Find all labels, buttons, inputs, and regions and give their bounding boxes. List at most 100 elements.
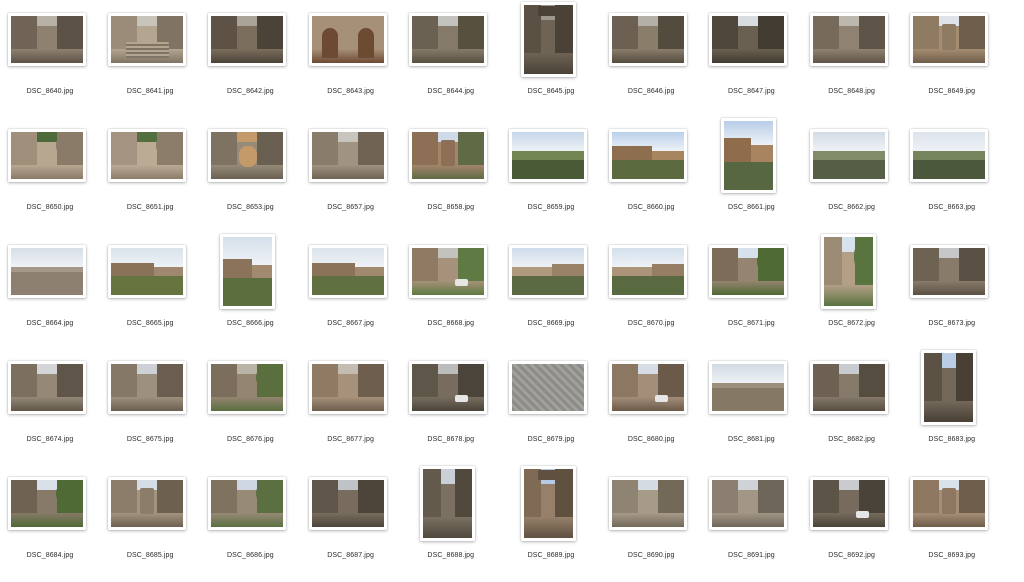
- image-thumbnail[interactable]: [609, 245, 688, 298]
- file-item[interactable]: DSC_8673.jpg: [902, 234, 1002, 350]
- file-item[interactable]: DSC_8680.jpg: [601, 350, 701, 466]
- image-thumbnail[interactable]: [609, 361, 688, 414]
- file-item[interactable]: DSC_8647.jpg: [701, 2, 801, 118]
- image-thumbnail[interactable]: [821, 234, 877, 309]
- file-item[interactable]: DSC_8642.jpg: [200, 2, 300, 118]
- file-item[interactable]: DSC_8653.jpg: [200, 118, 300, 234]
- image-thumbnail[interactable]: [709, 361, 788, 414]
- file-item[interactable]: DSC_8678.jpg: [401, 350, 501, 466]
- image-thumbnail[interactable]: [609, 129, 688, 182]
- image-thumbnail[interactable]: [520, 466, 576, 541]
- file-item[interactable]: DSC_8666.jpg: [200, 234, 300, 350]
- image-thumbnail[interactable]: [208, 477, 287, 530]
- file-item[interactable]: DSC_8683.jpg: [902, 350, 1002, 466]
- image-thumbnail[interactable]: [108, 245, 187, 298]
- file-item[interactable]: DSC_8691.jpg: [701, 466, 801, 582]
- file-item[interactable]: DSC_8671.jpg: [701, 234, 801, 350]
- file-item[interactable]: DSC_8663.jpg: [902, 118, 1002, 234]
- file-item[interactable]: DSC_8643.jpg: [301, 2, 401, 118]
- image-thumbnail[interactable]: [509, 129, 587, 182]
- image-thumbnail[interactable]: [709, 245, 788, 298]
- image-thumbnail[interactable]: [208, 129, 287, 182]
- file-item[interactable]: DSC_8646.jpg: [601, 2, 701, 118]
- file-item[interactable]: DSC_8682.jpg: [802, 350, 902, 466]
- file-item[interactable]: DSC_8660.jpg: [601, 118, 701, 234]
- image-thumbnail[interactable]: [609, 13, 688, 66]
- file-item[interactable]: DSC_8662.jpg: [802, 118, 902, 234]
- image-thumbnail[interactable]: [308, 245, 387, 298]
- file-item[interactable]: DSC_8664.jpg: [0, 234, 100, 350]
- image-thumbnail[interactable]: [8, 361, 86, 414]
- image-thumbnail[interactable]: [8, 245, 86, 298]
- image-thumbnail[interactable]: [809, 477, 888, 530]
- file-item[interactable]: DSC_8667.jpg: [301, 234, 401, 350]
- file-item[interactable]: DSC_8688.jpg: [401, 466, 501, 582]
- file-item[interactable]: DSC_8685.jpg: [100, 466, 200, 582]
- file-item[interactable]: DSC_8686.jpg: [200, 466, 300, 582]
- file-item[interactable]: DSC_8645.jpg: [501, 2, 601, 118]
- file-item[interactable]: DSC_8675.jpg: [100, 350, 200, 466]
- image-thumbnail[interactable]: [921, 350, 977, 425]
- file-item[interactable]: DSC_8676.jpg: [200, 350, 300, 466]
- file-item[interactable]: DSC_8669.jpg: [501, 234, 601, 350]
- image-thumbnail[interactable]: [219, 234, 275, 309]
- image-thumbnail[interactable]: [408, 13, 487, 66]
- file-item[interactable]: DSC_8690.jpg: [601, 466, 701, 582]
- file-item[interactable]: DSC_8668.jpg: [401, 234, 501, 350]
- image-thumbnail[interactable]: [909, 477, 988, 530]
- file-item[interactable]: DSC_8665.jpg: [100, 234, 200, 350]
- file-item[interactable]: DSC_8679.jpg: [501, 350, 601, 466]
- image-thumbnail[interactable]: [509, 245, 587, 298]
- file-item[interactable]: DSC_8684.jpg: [0, 466, 100, 582]
- image-thumbnail[interactable]: [609, 477, 688, 530]
- image-thumbnail[interactable]: [709, 13, 788, 66]
- image-thumbnail[interactable]: [408, 245, 487, 298]
- image-thumbnail[interactable]: [108, 129, 187, 182]
- image-thumbnail[interactable]: [809, 129, 888, 182]
- image-thumbnail[interactable]: [108, 13, 187, 66]
- image-thumbnail[interactable]: [809, 13, 888, 66]
- image-thumbnail[interactable]: [420, 466, 476, 541]
- file-item[interactable]: DSC_8650.jpg: [0, 118, 100, 234]
- file-item[interactable]: DSC_8661.jpg: [701, 118, 801, 234]
- file-item[interactable]: DSC_8672.jpg: [802, 234, 902, 350]
- image-thumbnail[interactable]: [308, 13, 387, 66]
- image-thumbnail[interactable]: [8, 13, 86, 66]
- image-thumbnail[interactable]: [408, 129, 487, 182]
- file-item[interactable]: DSC_8641.jpg: [100, 2, 200, 118]
- image-thumbnail[interactable]: [308, 477, 387, 530]
- image-thumbnail[interactable]: [520, 2, 576, 77]
- image-thumbnail[interactable]: [909, 245, 988, 298]
- image-thumbnail[interactable]: [909, 13, 988, 66]
- file-item[interactable]: DSC_8693.jpg: [902, 466, 1002, 582]
- file-item[interactable]: DSC_8644.jpg: [401, 2, 501, 118]
- file-item[interactable]: DSC_8640.jpg: [0, 2, 100, 118]
- image-thumbnail[interactable]: [208, 13, 287, 66]
- file-item[interactable]: DSC_8658.jpg: [401, 118, 501, 234]
- image-thumbnail[interactable]: [108, 477, 187, 530]
- image-thumbnail[interactable]: [709, 477, 788, 530]
- image-thumbnail[interactable]: [909, 129, 988, 182]
- image-thumbnail[interactable]: [108, 361, 187, 414]
- image-thumbnail[interactable]: [408, 361, 487, 414]
- image-thumbnail[interactable]: [8, 477, 86, 530]
- image-thumbnail[interactable]: [208, 361, 287, 414]
- file-item[interactable]: DSC_8648.jpg: [802, 2, 902, 118]
- image-thumbnail[interactable]: [720, 118, 776, 193]
- image-thumbnail[interactable]: [809, 361, 888, 414]
- file-item[interactable]: DSC_8649.jpg: [902, 2, 1002, 118]
- file-item[interactable]: DSC_8659.jpg: [501, 118, 601, 234]
- image-thumbnail[interactable]: [8, 129, 86, 182]
- image-thumbnail[interactable]: [308, 361, 387, 414]
- file-item[interactable]: DSC_8689.jpg: [501, 466, 601, 582]
- file-item[interactable]: DSC_8677.jpg: [301, 350, 401, 466]
- file-item[interactable]: DSC_8674.jpg: [0, 350, 100, 466]
- file-item[interactable]: DSC_8687.jpg: [301, 466, 401, 582]
- file-item[interactable]: DSC_8657.jpg: [301, 118, 401, 234]
- file-item[interactable]: DSC_8651.jpg: [100, 118, 200, 234]
- file-item[interactable]: DSC_8670.jpg: [601, 234, 701, 350]
- file-item[interactable]: DSC_8681.jpg: [701, 350, 801, 466]
- file-item[interactable]: DSC_8692.jpg: [802, 466, 902, 582]
- image-thumbnail[interactable]: [308, 129, 387, 182]
- image-thumbnail[interactable]: [509, 361, 587, 414]
